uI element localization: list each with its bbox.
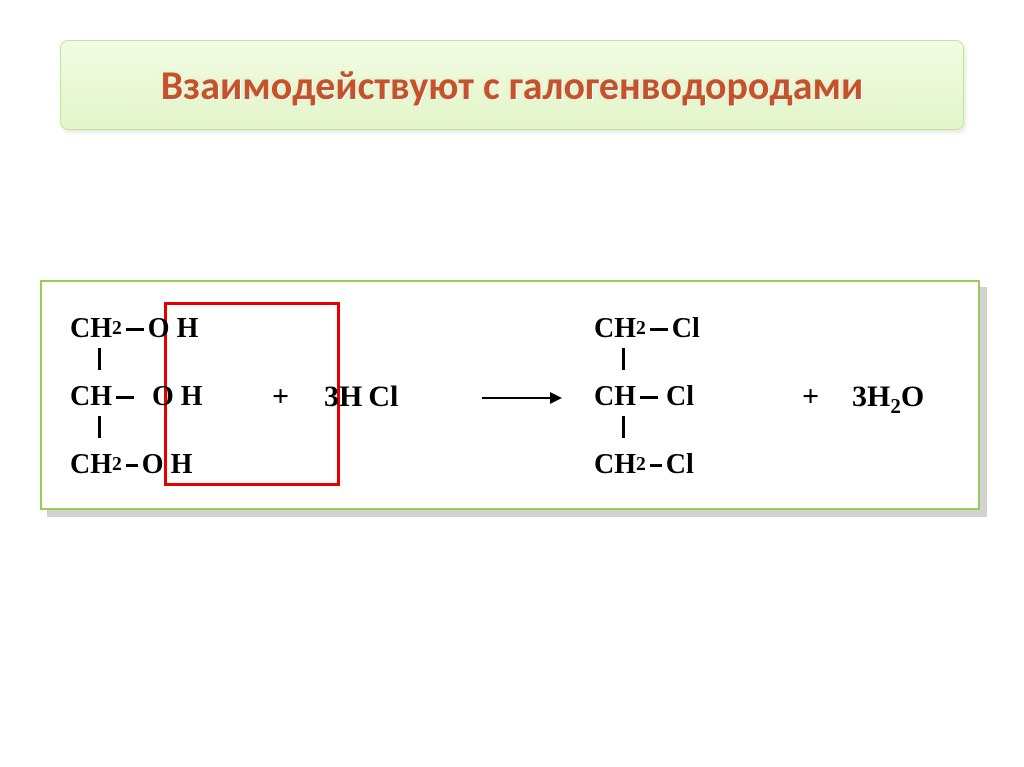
water-o: O xyxy=(901,380,924,413)
carbon-label: CH xyxy=(594,449,636,481)
bond-vertical xyxy=(622,348,625,370)
bond-vertical xyxy=(98,348,101,370)
carbon-label: CH xyxy=(70,449,112,481)
water-sub: 2 xyxy=(890,394,901,418)
oh-group: O H xyxy=(142,449,193,481)
bond-horizontal xyxy=(640,396,658,399)
carbon-label: CH xyxy=(70,381,112,413)
reaction-arrow-icon xyxy=(482,392,562,404)
cl-group: Cl xyxy=(672,313,700,345)
product-row-3: CH2 Cl xyxy=(594,448,700,482)
bond-horizontal xyxy=(650,328,668,331)
reaction-row: CH2 O H CH O H CH2 O H + 3HCl xyxy=(42,312,978,482)
hcl-cl: Cl xyxy=(368,380,398,413)
bond-horizontal xyxy=(126,464,138,467)
bond-vertical xyxy=(98,416,101,438)
bond-vertical xyxy=(622,416,625,438)
carbon-label: CH xyxy=(594,381,636,413)
reagent-hcl: 3HCl xyxy=(324,380,398,414)
byproduct-water: 3H2O xyxy=(852,380,924,419)
bond-horizontal xyxy=(650,464,662,467)
glycerol-row-3: CH2 O H xyxy=(70,448,203,482)
cl-group: Cl xyxy=(666,449,694,481)
carbon-label: CH xyxy=(594,313,636,345)
bond-horizontal xyxy=(126,328,144,331)
product-trichloropropane: CH2 Cl CH Cl CH2 Cl xyxy=(594,312,700,482)
product-row-1: CH2 Cl xyxy=(594,312,700,346)
carbon-sub: 2 xyxy=(112,454,122,476)
hcl-coeff: 3H xyxy=(324,380,362,413)
reaction-panel: CH2 O H CH O H CH2 O H + 3HCl xyxy=(40,280,980,510)
cl-group: Cl xyxy=(666,381,694,413)
carbon-sub: 2 xyxy=(636,454,646,476)
oh-group: O H xyxy=(152,381,203,413)
product-row-2: CH Cl xyxy=(594,380,700,414)
carbon-sub: 2 xyxy=(112,318,122,340)
title-panel: Взаимодействуют с галогенводородами xyxy=(60,40,964,130)
water-coeff: 3H xyxy=(852,380,890,413)
bond-horizontal xyxy=(116,396,134,399)
plus-sign: + xyxy=(272,380,289,414)
carbon-label: CH xyxy=(70,313,112,345)
glycerol-row-1: CH2 O H xyxy=(70,312,203,346)
reactant-glycerol: CH2 O H CH O H CH2 O H xyxy=(70,312,203,482)
carbon-sub: 2 xyxy=(636,318,646,340)
oh-group: O H xyxy=(148,313,199,345)
plus-sign: + xyxy=(802,380,819,414)
slide-title: Взаимодействуют с галогенводородами xyxy=(161,61,864,110)
glycerol-row-2: CH O H xyxy=(70,380,203,414)
